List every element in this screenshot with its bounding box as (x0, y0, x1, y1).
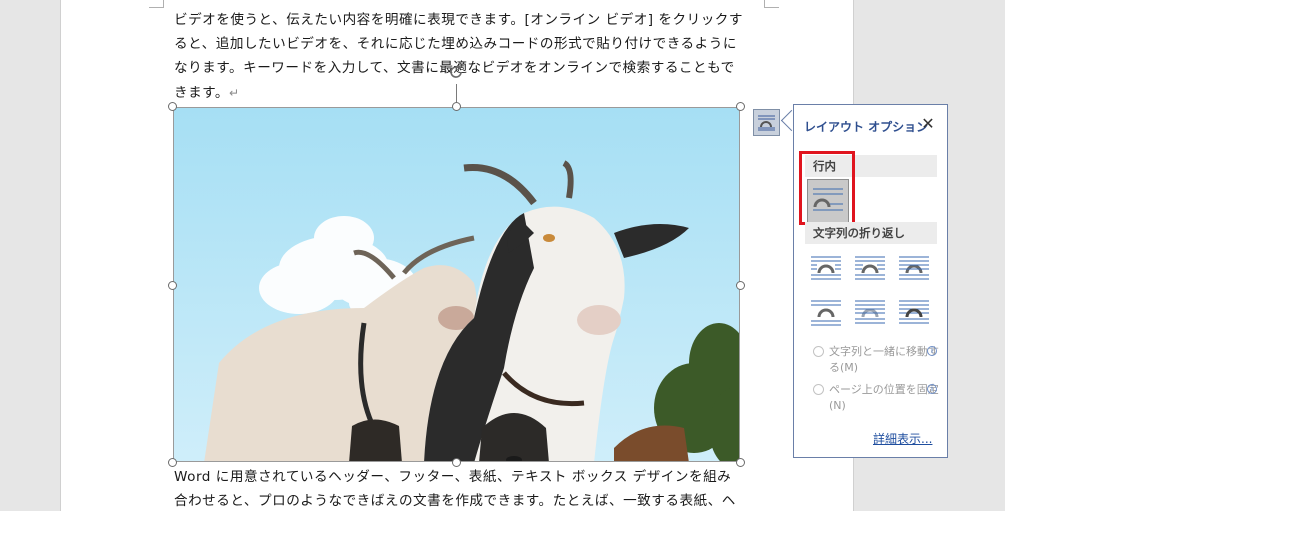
document-canvas: ビデオを使うと、伝えたい内容を明確に表現できます。[オンライン ビデオ] をクリ… (0, 0, 1005, 511)
rotate-icon[interactable] (448, 64, 464, 80)
paragraph-text: ビデオを使うと、伝えたい内容を明確に表現できます。[オンライン ビデオ] をクリ… (174, 12, 743, 101)
move-with-text-radio[interactable] (813, 346, 824, 357)
wrap-option-square[interactable] (808, 250, 844, 286)
resize-handle-bottom[interactable] (452, 458, 461, 467)
resize-handle-right[interactable] (736, 281, 745, 290)
wrap-top-bottom-icon (811, 300, 841, 326)
close-icon[interactable]: ✕ (918, 114, 938, 134)
body-paragraph-bottom[interactable]: Word に用意されているヘッダー、フッター、表紙、テキスト ボックス デザイン… (174, 465, 744, 511)
info-icon[interactable]: i (927, 346, 937, 356)
wrap-option-tight[interactable] (852, 250, 888, 286)
section-wrap-heading: 文字列の折り返し (805, 222, 937, 244)
resize-handle-top[interactable] (452, 102, 461, 111)
wrap-option-in-front-of-text[interactable] (896, 294, 932, 330)
layout-options-button[interactable] (753, 109, 780, 136)
resize-handle-top-right[interactable] (736, 102, 745, 111)
highlight-box (799, 151, 855, 225)
resize-handle-bottom-right[interactable] (736, 458, 745, 467)
paragraph-mark: ↵ (229, 85, 240, 100)
wrap-behind-text-icon (855, 300, 885, 324)
see-more-link[interactable]: 詳細表示... (873, 430, 932, 447)
panel-title: レイアウト オプション (804, 120, 929, 134)
layout-options-panel: レイアウト オプション ✕ 行内 文字列の折り返し 文字列と一緒に移動する(M)… (793, 104, 948, 458)
wrap-square-icon (811, 256, 841, 280)
crop-mark-left (149, 0, 164, 8)
fix-position-radio[interactable] (813, 384, 824, 395)
fix-position-label: ページ上の位置を固定(N) (829, 383, 939, 412)
move-with-text-label: 文字列と一緒に移動する(M) (829, 345, 939, 374)
resize-handle-top-left[interactable] (168, 102, 177, 111)
wrap-through-icon (899, 256, 929, 280)
wrap-option-through[interactable] (896, 250, 932, 286)
resize-handle-left[interactable] (168, 281, 177, 290)
wrap-option-behind-text[interactable] (852, 294, 888, 330)
wrap-tight-icon (855, 256, 885, 280)
wrap-option-top-bottom[interactable] (808, 294, 844, 330)
layout-options-icon (758, 115, 775, 131)
wrap-in-front-icon (899, 300, 929, 324)
body-paragraph-top[interactable]: ビデオを使うと、伝えたい内容を明確に表現できます。[オンライン ビデオ] をクリ… (174, 8, 744, 105)
crop-mark-right (764, 0, 779, 8)
info-icon[interactable]: i (927, 384, 937, 394)
resize-handle-bottom-left[interactable] (168, 458, 177, 467)
goats-photo[interactable] (173, 107, 740, 462)
